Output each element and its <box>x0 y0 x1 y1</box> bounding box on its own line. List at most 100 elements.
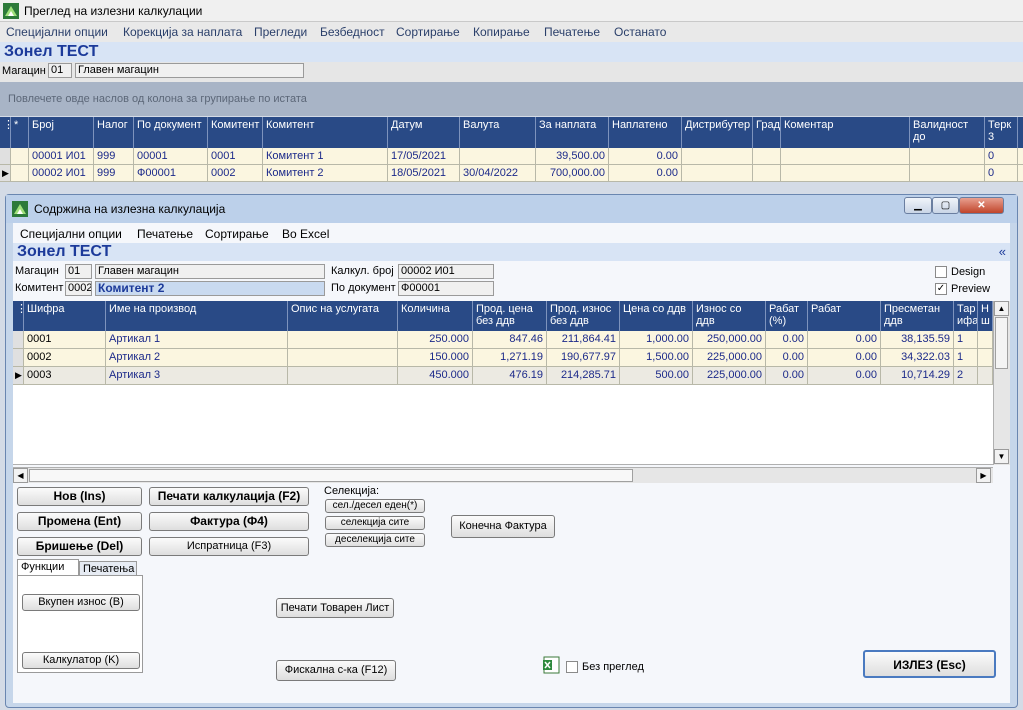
menu-security[interactable]: Безбедност <box>320 25 385 39</box>
excel-icon[interactable] <box>542 656 560 674</box>
invoice-button[interactable]: Фактура (Ф4) <box>149 512 309 531</box>
menu-special-options[interactable]: Специјални опции <box>6 25 108 39</box>
col-star[interactable]: * <box>11 117 29 148</box>
items-grid-empty-area <box>13 385 993 465</box>
col-number[interactable]: Број <box>29 117 94 148</box>
item-code: 0001 <box>24 331 106 348</box>
col-city[interactable]: Град <box>753 117 781 148</box>
new-button[interactable]: Нов (Ins) <box>17 487 142 506</box>
print-waybill-button[interactable]: Печати Товарен Лист <box>276 598 394 618</box>
menu-copying[interactable]: Копирање <box>473 25 530 39</box>
menu-other[interactable]: Останато <box>614 25 666 39</box>
print-calculation-button[interactable]: Печати калкулација (F2) <box>149 487 309 506</box>
design-checkbox[interactable] <box>935 266 947 278</box>
scroll-down-icon[interactable]: ▼ <box>994 449 1009 464</box>
child-menu-sorting[interactable]: Сортирање <box>205 227 269 241</box>
item-tariff: 2 <box>954 367 978 384</box>
scroll-up-icon[interactable]: ▲ <box>994 301 1009 316</box>
minimize-icon[interactable]: ▁ <box>904 197 932 214</box>
item-discount-pct: 0.00 <box>766 349 808 366</box>
group-by-hint: Повлечете овде наслов од колона за групи… <box>8 93 307 105</box>
table-row[interactable]: 0001 Артикал 1 250.000 847.46 211,864.41… <box>13 331 993 349</box>
col-date[interactable]: Датум <box>388 117 460 148</box>
col-currency-date[interactable]: Валута <box>460 117 536 148</box>
col-discount[interactable]: Рабат <box>808 301 881 331</box>
col-terk[interactable]: Терк 3 <box>985 117 1018 148</box>
col-service-desc[interactable]: Опис на услугата <box>288 301 398 331</box>
row-unit: И01 <box>65 167 86 179</box>
tab-printing[interactable]: Печатења <box>79 561 137 575</box>
child-menu-excel[interactable]: Во Excel <box>282 227 329 241</box>
collapse-chevron-icon[interactable]: « <box>999 244 1006 259</box>
no-preview-checkbox[interactable] <box>566 661 578 673</box>
row-currency-date <box>460 148 536 164</box>
scroll-right-icon[interactable]: ▶ <box>976 468 991 483</box>
col-comment[interactable]: Коментар <box>781 117 910 148</box>
col-amount-no-vat[interactable]: Прод. износ без ддв <box>547 301 620 331</box>
main-warehouse-code[interactable]: 01 <box>48 63 72 78</box>
item-quantity: 450.000 <box>398 367 473 384</box>
col-order[interactable]: Налог <box>94 117 134 148</box>
row-by-document: Ф00001 <box>134 165 208 181</box>
maximize-icon[interactable]: ▢ <box>932 197 959 214</box>
col-amount-vat[interactable]: Износ со ддв <box>693 301 766 331</box>
main-company-header: Зонел ТЕСТ <box>0 42 1023 62</box>
menu-payment-correction[interactable]: Корекција за наплата <box>123 25 242 39</box>
calculator-button[interactable]: Калкулатор (K) <box>22 652 140 669</box>
by-document-field: Ф00001 <box>398 281 494 296</box>
item-discount: 0.00 <box>808 367 881 384</box>
menu-reviews[interactable]: Прегледи <box>254 25 307 39</box>
col-calculated-vat[interactable]: Пресметан ддв <box>881 301 954 331</box>
table-row[interactable]: 00001 И01 999 00001 0001 Комитент 1 17/0… <box>0 148 1023 165</box>
col-paid[interactable]: Наплатено <box>609 117 682 148</box>
deselect-all-button[interactable]: деселекција сите <box>325 533 425 547</box>
group-by-panel[interactable]: Повлечете овде наслов од колона за групи… <box>0 82 1023 116</box>
select-one-button[interactable]: сел./десел еден(*) <box>325 499 425 513</box>
tab-functions[interactable]: Функции <box>17 559 79 575</box>
preview-checkbox[interactable]: ✓ <box>935 283 947 295</box>
menu-printing[interactable]: Печатење <box>544 25 600 39</box>
col-quantity[interactable]: Количина <box>398 301 473 331</box>
menu-sorting[interactable]: Сортирање <box>396 25 460 39</box>
col-to-pay[interactable]: За наплата <box>536 117 609 148</box>
child-menu-special-options[interactable]: Специјални опции <box>20 227 122 241</box>
scroll-thumb[interactable] <box>29 469 633 482</box>
exit-button[interactable]: ИЗЛЕЗ (Esc) <box>863 650 996 678</box>
close-icon[interactable]: ✕ <box>959 197 1004 214</box>
col-tariff[interactable]: Тар ифа <box>954 301 978 331</box>
fiscal-receipt-button[interactable]: Фискална с-ка (F12) <box>276 660 396 681</box>
items-horizontal-scrollbar[interactable]: ◀ ▶ <box>13 467 993 483</box>
edit-button[interactable]: Промена (Ent) <box>17 512 142 531</box>
col-client-code[interactable]: Комитент <box>208 117 263 148</box>
table-row[interactable]: ▶ 00002 И01 999 Ф00001 0002 Комитент 2 1… <box>0 165 1023 182</box>
select-all-button[interactable]: селекција сите <box>325 516 425 530</box>
child-warehouse-code[interactable]: 01 <box>65 264 92 279</box>
col-price-vat[interactable]: Цена со ддв <box>620 301 693 331</box>
selection-label: Селекција: <box>324 485 380 497</box>
col-valid-until[interactable]: Валидност до <box>910 117 985 148</box>
scroll-left-icon[interactable]: ◀ <box>13 468 28 483</box>
child-menu-printing[interactable]: Печатење <box>137 227 193 241</box>
client-code-field[interactable]: 0002 <box>65 281 92 296</box>
final-invoice-button[interactable]: Конечна Фактура <box>451 515 555 538</box>
col-price-no-vat[interactable]: Прод. цена без ддв <box>473 301 547 331</box>
functions-tab-panel: Вкупен износ (B) Калкулатор (K) <box>17 575 143 673</box>
col-product-name[interactable]: Име на производ <box>106 301 288 331</box>
col-extra[interactable]: Н ш <box>978 301 993 331</box>
col-by-document[interactable]: По документ <box>134 117 208 148</box>
col-client-name[interactable]: Комитент <box>263 117 388 148</box>
item-tariff: 1 <box>954 331 978 348</box>
by-document-label: По документ <box>331 282 396 294</box>
total-amount-button[interactable]: Вкупен износ (B) <box>22 594 140 611</box>
scroll-thumb[interactable] <box>995 317 1008 369</box>
grid-menu-icon[interactable]: ⋮ <box>13 301 24 331</box>
grid-menu-icon[interactable]: ⋮ <box>0 117 11 148</box>
table-row[interactable]: ▶ 0003 Артикал 3 450.000 476.19 214,285.… <box>13 367 993 385</box>
delete-button[interactable]: Бришење (Del) <box>17 537 142 556</box>
col-discount-pct[interactable]: Рабат (%) <box>766 301 808 331</box>
col-code[interactable]: Шифра <box>24 301 106 331</box>
col-distributor[interactable]: Дистрибутер <box>682 117 753 148</box>
table-row[interactable]: 0002 Артикал 2 150.000 1,271.19 190,677.… <box>13 349 993 367</box>
dispatch-note-button[interactable]: Испратница (F3) <box>149 537 309 556</box>
items-vertical-scrollbar[interactable]: ▲ ▼ <box>993 301 1010 465</box>
